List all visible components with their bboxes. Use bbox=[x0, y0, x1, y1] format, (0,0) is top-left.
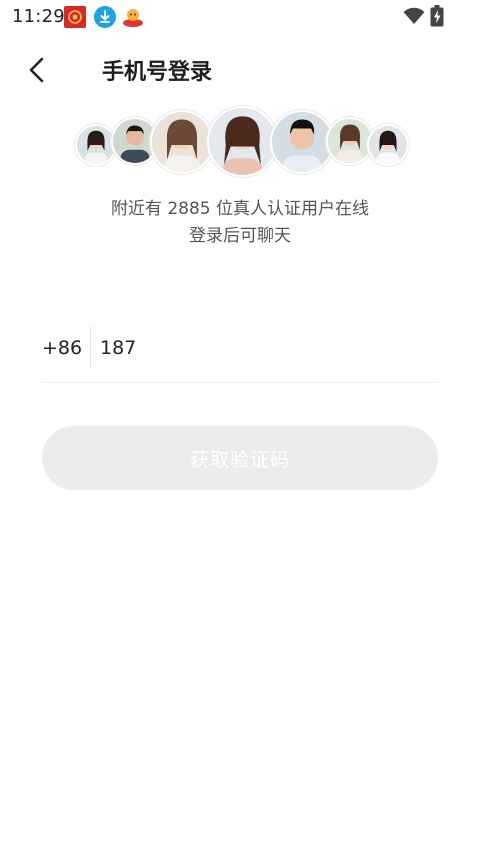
phone-number-input[interactable] bbox=[100, 330, 420, 366]
avatar-3 bbox=[150, 110, 214, 174]
battery-charging-icon bbox=[430, 5, 444, 27]
divider bbox=[90, 326, 91, 368]
avatar-4 bbox=[207, 106, 278, 177]
download-icon bbox=[94, 6, 116, 28]
avatar-5 bbox=[270, 110, 334, 174]
get-code-button[interactable]: 获取验证码 bbox=[42, 426, 438, 490]
avatar-strip bbox=[0, 105, 480, 185]
app-icon-mascot bbox=[122, 6, 144, 28]
status-bar: 11:29 bbox=[0, 0, 480, 34]
app-icon-red bbox=[64, 6, 86, 28]
login-hint-text: 登录后可聊天 bbox=[189, 226, 291, 246]
wifi-icon bbox=[403, 7, 425, 25]
status-time: 11:29 bbox=[12, 6, 65, 27]
country-code[interactable]: +86 bbox=[42, 337, 82, 359]
page-title: 手机号登录 bbox=[102, 60, 213, 85]
chevron-left-icon bbox=[29, 57, 44, 83]
online-users-text: 附近有 2885 位真人认证用户在线 bbox=[110, 199, 370, 219]
phone-input-row: +86 bbox=[42, 322, 438, 383]
avatar-7 bbox=[367, 124, 409, 166]
back-button[interactable] bbox=[24, 54, 54, 86]
